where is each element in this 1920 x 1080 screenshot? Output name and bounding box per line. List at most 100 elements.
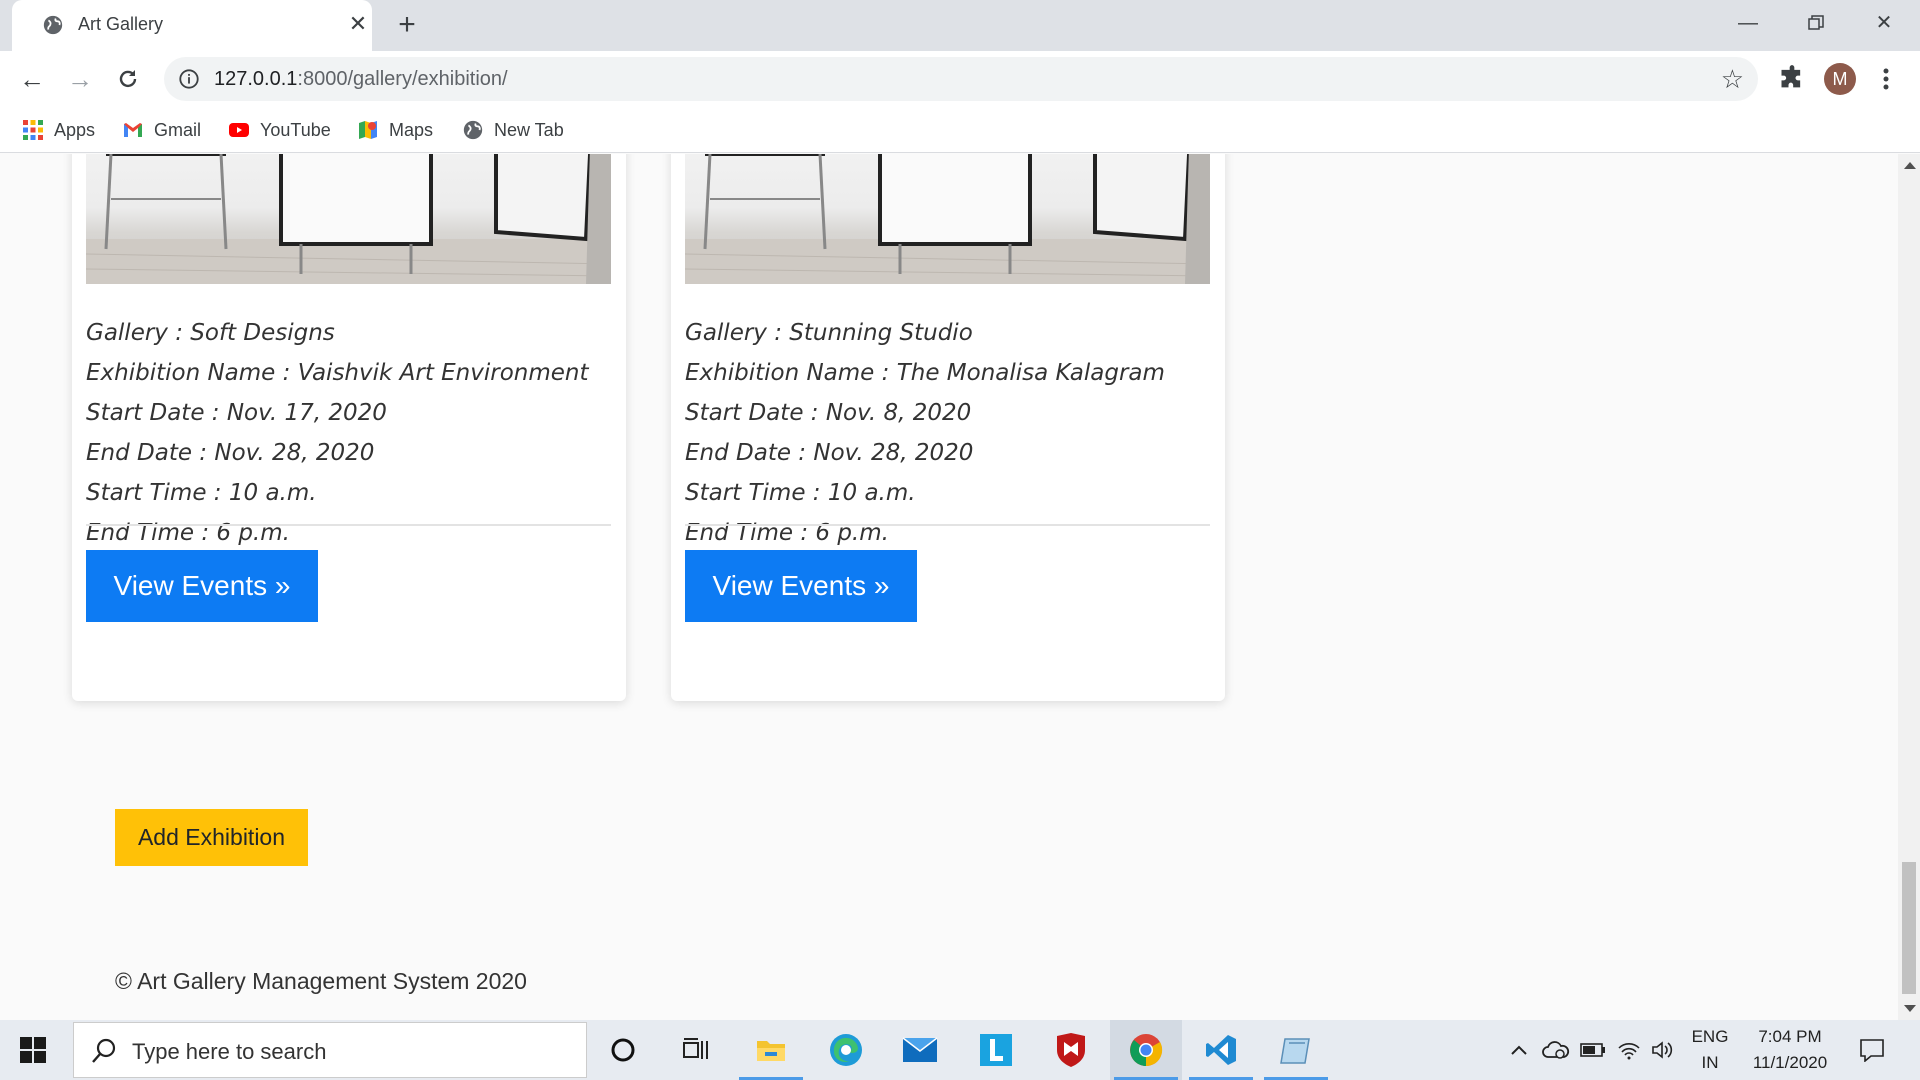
more-menu-icon[interactable] bbox=[1876, 63, 1896, 95]
add-exhibition-button[interactable]: Add Exhibition bbox=[115, 809, 308, 866]
gmail-icon bbox=[124, 123, 142, 137]
cortana-circle-icon bbox=[611, 1038, 635, 1062]
task-view-button[interactable] bbox=[660, 1020, 732, 1080]
bookmarks-bar: Apps Gmail YouTube Maps New Tab bbox=[0, 107, 1920, 153]
search-icon bbox=[92, 1038, 116, 1063]
scrollbar-thumb[interactable] bbox=[1902, 862, 1916, 994]
exhibition-details: Gallery : Soft Designs Exhibition Name :… bbox=[86, 313, 611, 553]
footer-copyright: © Art Gallery Management System 2020 bbox=[115, 968, 527, 994]
exhibition-image bbox=[685, 154, 1210, 284]
bookmark-label: Gmail bbox=[154, 119, 202, 140]
bookmark-maps[interactable]: Maps bbox=[357, 115, 433, 145]
exhibition-image bbox=[86, 154, 611, 284]
card-divider bbox=[86, 524, 611, 526]
language-code: ENG bbox=[1691, 1027, 1729, 1046]
globe-icon bbox=[463, 120, 483, 140]
battery-icon[interactable] bbox=[1578, 1020, 1608, 1080]
mcafee-shield-icon bbox=[1057, 1033, 1085, 1067]
bookmark-label: YouTube bbox=[260, 119, 331, 140]
url-text[interactable]: 127.0.0.1:8000/gallery/exhibition/ bbox=[214, 68, 508, 91]
maps-icon bbox=[359, 121, 377, 139]
l-app-icon bbox=[980, 1034, 1012, 1066]
gallery-name: Gallery : Stunning Studio bbox=[685, 320, 973, 346]
page-content: Gallery : Soft Designs Exhibition Name :… bbox=[0, 154, 1898, 1020]
browser-toolbar: ← → 127.0.0.1:8000/gallery/exhibition/ ☆… bbox=[0, 51, 1920, 107]
file-explorer-icon bbox=[757, 1041, 785, 1061]
reload-icon[interactable] bbox=[112, 63, 144, 95]
search-placeholder: Type here to search bbox=[132, 1039, 327, 1064]
scroll-down-arrow-icon[interactable] bbox=[1904, 1005, 1916, 1012]
start-time: Start Time : 10 a.m. bbox=[86, 480, 317, 506]
start-time: Start Time : 10 a.m. bbox=[685, 480, 916, 506]
new-tab-button[interactable]: + bbox=[392, 10, 422, 40]
bookmark-youtube[interactable]: YouTube bbox=[228, 115, 331, 145]
taskbar-search-box[interactable]: Type here to search bbox=[73, 1022, 587, 1078]
clock-date: 11/1/2020 bbox=[1752, 1053, 1828, 1072]
vscode-icon bbox=[1206, 1035, 1236, 1065]
wifi-icon[interactable] bbox=[1614, 1020, 1644, 1080]
clock-time: 7:04 PM bbox=[1758, 1027, 1822, 1046]
tab-close-icon[interactable]: ✕ bbox=[346, 12, 370, 36]
globe-icon bbox=[43, 15, 63, 35]
browser-tab[interactable]: Art Gallery ✕ bbox=[12, 0, 372, 51]
bookmark-new-tab[interactable]: New Tab bbox=[462, 115, 564, 145]
chrome-icon bbox=[1130, 1034, 1163, 1067]
view-events-button[interactable]: View Events » bbox=[685, 550, 917, 622]
taskbar-mcafee[interactable] bbox=[1035, 1020, 1107, 1080]
taskbar-l-app[interactable] bbox=[960, 1020, 1032, 1080]
taskbar-edge[interactable] bbox=[810, 1020, 882, 1080]
bookmark-label: New Tab bbox=[494, 119, 564, 140]
extensions-puzzle-icon[interactable] bbox=[1778, 64, 1806, 92]
start-date: Start Date : Nov. 17, 2020 bbox=[86, 400, 387, 426]
bookmark-label: Maps bbox=[389, 119, 434, 140]
exhibition-name: Exhibition Name : The Monalisa Kalagram bbox=[685, 360, 1165, 386]
onedrive-cloud-icon[interactable] bbox=[1540, 1020, 1572, 1080]
bookmark-star-icon[interactable]: ☆ bbox=[1721, 65, 1744, 93]
clock[interactable]: 7:04 PM 11/1/2020 bbox=[1740, 1020, 1840, 1080]
browser-tab-bar: Art Gallery ✕ + — ✕ bbox=[0, 0, 1920, 51]
taskbar-mail[interactable] bbox=[884, 1020, 956, 1080]
scroll-up-arrow-icon[interactable] bbox=[1904, 162, 1916, 169]
exhibition-details: Gallery : Stunning Studio Exhibition Nam… bbox=[685, 313, 1210, 553]
forward-arrow-icon[interactable]: → bbox=[64, 63, 96, 95]
site-info-icon[interactable] bbox=[178, 68, 200, 90]
notifications-icon[interactable] bbox=[1852, 1020, 1892, 1080]
taskbar-vscode[interactable] bbox=[1185, 1020, 1257, 1080]
taskbar-chrome[interactable] bbox=[1110, 1020, 1182, 1080]
youtube-icon bbox=[229, 123, 249, 137]
minimize-icon[interactable]: — bbox=[1728, 8, 1768, 38]
taskbar-notes-app[interactable] bbox=[1260, 1020, 1332, 1080]
task-view-icon bbox=[683, 1038, 708, 1059]
close-window-icon[interactable]: ✕ bbox=[1864, 8, 1904, 38]
bookmark-apps[interactable]: Apps bbox=[22, 115, 95, 145]
windows-start-icon[interactable] bbox=[20, 1037, 46, 1063]
end-date: End Date : Nov. 28, 2020 bbox=[685, 440, 974, 466]
url-path: :8000/gallery/exhibition/ bbox=[297, 68, 508, 90]
region-code: IN bbox=[1701, 1053, 1719, 1072]
bookmark-gmail[interactable]: Gmail bbox=[122, 115, 201, 145]
language-indicator[interactable]: ENG IN bbox=[1682, 1020, 1738, 1080]
edge-browser-icon bbox=[830, 1034, 862, 1066]
restore-icon[interactable] bbox=[1796, 8, 1836, 38]
exhibition-card: Gallery : Stunning Studio Exhibition Nam… bbox=[671, 154, 1225, 701]
end-date: End Date : Nov. 28, 2020 bbox=[86, 440, 375, 466]
mail-icon bbox=[902, 1037, 938, 1062]
end-time: End Time : 6 p.m. bbox=[86, 520, 290, 546]
notes-app-icon bbox=[1280, 1038, 1310, 1064]
back-arrow-icon[interactable]: ← bbox=[16, 63, 48, 95]
tab-title: Art Gallery bbox=[78, 14, 164, 34]
bookmark-label: Apps bbox=[54, 119, 96, 140]
start-date: Start Date : Nov. 8, 2020 bbox=[685, 400, 972, 426]
gallery-name: Gallery : Soft Designs bbox=[86, 320, 335, 346]
view-events-button[interactable]: View Events » bbox=[86, 550, 318, 622]
windows-taskbar: Type here to search ENG IN 7:04 PM 11/1/… bbox=[0, 1020, 1920, 1080]
address-bar[interactable]: 127.0.0.1:8000/gallery/exhibition/ ☆ bbox=[164, 57, 1758, 101]
url-host: 127.0.0.1 bbox=[214, 68, 298, 90]
show-hidden-icons-chevron-icon[interactable] bbox=[1506, 1020, 1532, 1080]
page-scrollbar[interactable] bbox=[1898, 154, 1920, 1020]
exhibition-card: Gallery : Soft Designs Exhibition Name :… bbox=[72, 154, 626, 701]
volume-icon[interactable] bbox=[1648, 1020, 1678, 1080]
profile-avatar[interactable]: M bbox=[1824, 63, 1856, 95]
cortana-button[interactable] bbox=[587, 1020, 659, 1080]
taskbar-file-explorer[interactable] bbox=[735, 1020, 807, 1080]
